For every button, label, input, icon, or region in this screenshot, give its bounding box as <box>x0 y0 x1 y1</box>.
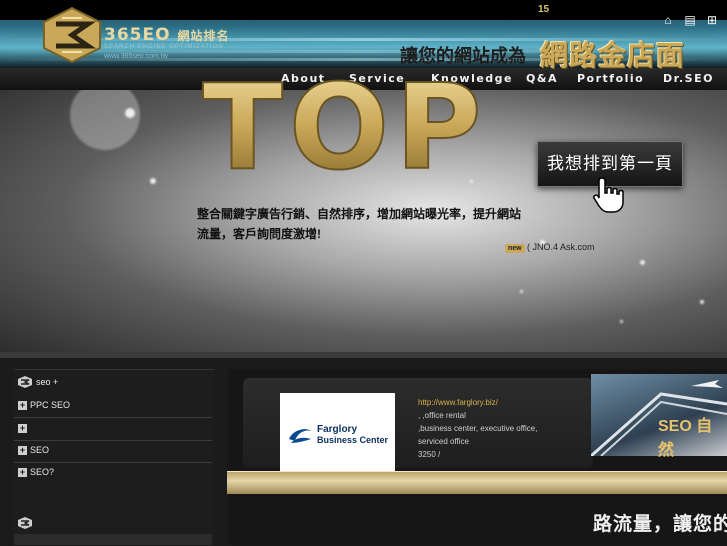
sidebar-footer-bar <box>14 534 212 545</box>
logo-text[interactable]: 365EO 網站排名 <box>104 25 230 45</box>
partner-link[interactable]: http://www.farglory.biz/ <box>418 398 498 407</box>
logo-url: www.365seo.com.tw <box>104 53 168 60</box>
partner-name: Farglory Business Center <box>317 424 389 446</box>
bottom-slogan: 路流量，讓您的 <box>593 514 727 535</box>
farglory-logo-icon <box>289 429 311 443</box>
sidebar-title: seo + <box>36 377 59 387</box>
home-icon[interactable]: ⌂ <box>661 13 675 27</box>
partner-info-line: serviced office <box>418 437 469 446</box>
logo-brand-zh: 網站排名 <box>177 29 230 43</box>
logo-icon[interactable] <box>42 6 102 64</box>
sitemap-icon[interactable]: ⊞ <box>705 13 719 27</box>
banner-divider <box>0 352 727 358</box>
hero-headline-highlight: 網路金店面 <box>540 40 686 71</box>
partner-name-line2: Business Center <box>317 435 389 445</box>
plus-icon: + <box>18 445 27 455</box>
ad-text: SEO 自然 <box>658 418 713 459</box>
hand-cursor-icon <box>593 177 624 213</box>
hero-description: 整合關鍵字廣告行銷、自然排序，增加網站曝光率，提升網站流量，客戶詢問度激增! <box>197 207 522 241</box>
gold-divider-bar <box>227 471 727 494</box>
sidebar-item-label: SEO? <box>30 467 55 477</box>
partner-info-line: 3250 / <box>418 450 441 459</box>
sidebar-item-seo[interactable]: + SEO <box>14 440 212 463</box>
top-word-graphic: TOP <box>201 70 487 180</box>
logo-small-icon <box>18 376 32 388</box>
sidebar-item-label: PPC SEO <box>30 400 71 410</box>
hero-headline: 讓您的網站成為 <box>400 46 526 66</box>
plus-icon: + <box>18 423 27 433</box>
plus-icon: + <box>18 467 27 477</box>
sidebar-item-what-is-seo[interactable]: + SEO? <box>14 462 212 484</box>
partner-info-line: , ,office rental <box>418 411 466 420</box>
partner-info-line: ,business center, executive office, <box>418 424 538 433</box>
plus-icon: + <box>18 400 27 410</box>
sidebar-item-label: SEO <box>30 445 50 455</box>
logo-brand: 365EO <box>104 25 171 45</box>
top-word-text: TOP <box>202 70 487 180</box>
visitor-counter: 15 <box>538 4 550 15</box>
partner-name-line1: Farglory <box>317 424 358 435</box>
sidebar-item-ppc-seo[interactable]: + PPC SEO <box>14 395 212 418</box>
top-bar <box>0 0 727 20</box>
new-badge: new <box>505 244 525 253</box>
logo-tagline: SEARCH ENGINE OPTIMIZATION <box>104 44 224 50</box>
logo-small-icon <box>18 517 32 529</box>
sidebar-item-2[interactable]: + <box>14 418 212 441</box>
news-ticker[interactable]: ( JNO.4 Ask.com <box>527 242 595 252</box>
bookmark-icon[interactable]: ▤ <box>683 13 697 27</box>
